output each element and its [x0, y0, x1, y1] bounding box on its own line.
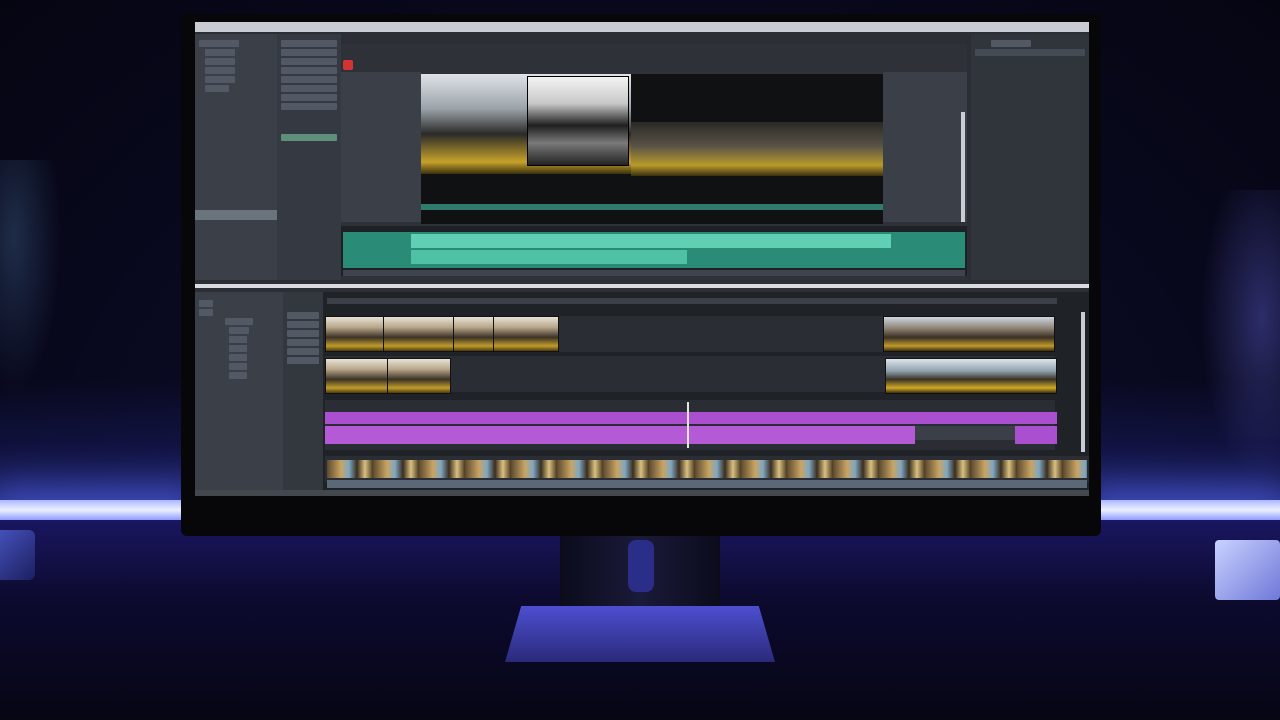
video-clip[interactable] [453, 316, 495, 352]
track-header-control[interactable] [287, 321, 319, 328]
project-item[interactable] [205, 49, 235, 56]
audio-clip-magenta[interactable] [325, 412, 1057, 424]
record-button[interactable] [343, 60, 353, 70]
bin-item[interactable] [229, 345, 247, 352]
effects-item[interactable] [281, 103, 337, 110]
timeline-scrollbar[interactable] [1081, 312, 1085, 452]
project-panel [195, 34, 277, 280]
media-bin-panel [195, 292, 283, 496]
audio-timeline-toolbar[interactable] [343, 270, 965, 276]
monitor-stand-base [505, 606, 775, 662]
effects-item[interactable] [281, 67, 337, 74]
project-panel-selected-row[interactable] [195, 210, 277, 220]
properties-row[interactable] [975, 49, 1085, 56]
playhead[interactable] [687, 402, 689, 448]
led-strip-right [1095, 500, 1280, 520]
video-editor-screen [195, 22, 1089, 496]
project-item[interactable] [205, 76, 235, 83]
audio-clip-waveform[interactable] [411, 234, 891, 248]
project-item[interactable] [205, 85, 229, 92]
effects-item[interactable] [281, 85, 337, 92]
track-header-control[interactable] [287, 312, 319, 319]
bin-item[interactable] [199, 300, 213, 307]
source-monitor-right [883, 72, 967, 222]
timeline-ruler[interactable] [327, 298, 1057, 304]
effects-item[interactable] [281, 76, 337, 83]
video-clip[interactable] [325, 358, 389, 394]
source-monitor-left [341, 72, 421, 222]
program-viewer[interactable] [421, 74, 883, 224]
filmstrip-clip[interactable] [327, 460, 1087, 478]
effects-item[interactable] [281, 94, 337, 101]
vertical-scrollbar[interactable] [961, 112, 965, 222]
track-header-control[interactable] [287, 330, 319, 337]
effects-item[interactable] [281, 40, 337, 47]
apply-effect-button[interactable] [281, 134, 337, 141]
menu-bar [195, 22, 1089, 32]
video-clip[interactable] [493, 316, 559, 352]
plant-right [1190, 190, 1280, 510]
audio-clip-magenta[interactable] [1015, 426, 1057, 444]
project-item[interactable] [205, 67, 235, 74]
effects-item[interactable] [281, 49, 337, 56]
properties-tab[interactable] [991, 40, 1031, 47]
project-item[interactable] [199, 40, 239, 47]
project-item[interactable] [205, 58, 235, 65]
filmstrip-audio[interactable] [327, 480, 1087, 488]
bin-item[interactable] [199, 309, 213, 316]
video-frame-right [631, 122, 883, 176]
bin-item[interactable] [229, 363, 247, 370]
speaker-right [1215, 540, 1280, 600]
plant-left [0, 160, 70, 420]
bin-item[interactable] [225, 318, 253, 325]
audio-clip-waveform-2[interactable] [411, 250, 687, 264]
audio-gap [915, 426, 1015, 440]
video-frame-inset [527, 76, 629, 166]
panel-divider [195, 284, 1089, 288]
bin-item[interactable] [229, 327, 249, 334]
effects-panel [277, 34, 341, 280]
bin-item[interactable] [229, 372, 247, 379]
track-headers [283, 292, 323, 496]
track-header-control[interactable] [287, 348, 319, 355]
video-clip[interactable] [325, 316, 385, 352]
track-header-control[interactable] [287, 357, 319, 364]
properties-panel [971, 34, 1089, 280]
track-header-control[interactable] [287, 339, 319, 346]
monitor-stand-cable-hole [628, 540, 654, 592]
audio-clip-magenta[interactable] [325, 426, 915, 444]
video-clip[interactable] [883, 316, 1055, 352]
bin-item[interactable] [229, 354, 247, 361]
video-clip[interactable] [383, 316, 455, 352]
bin-item[interactable] [229, 336, 247, 343]
status-bar [195, 490, 1089, 496]
video-clip[interactable] [387, 358, 451, 394]
effects-item[interactable] [281, 58, 337, 65]
led-strip-left [0, 500, 190, 520]
speaker-left [0, 530, 35, 580]
video-clip[interactable] [885, 358, 1057, 394]
viewer-scrub-bar[interactable] [421, 204, 883, 210]
